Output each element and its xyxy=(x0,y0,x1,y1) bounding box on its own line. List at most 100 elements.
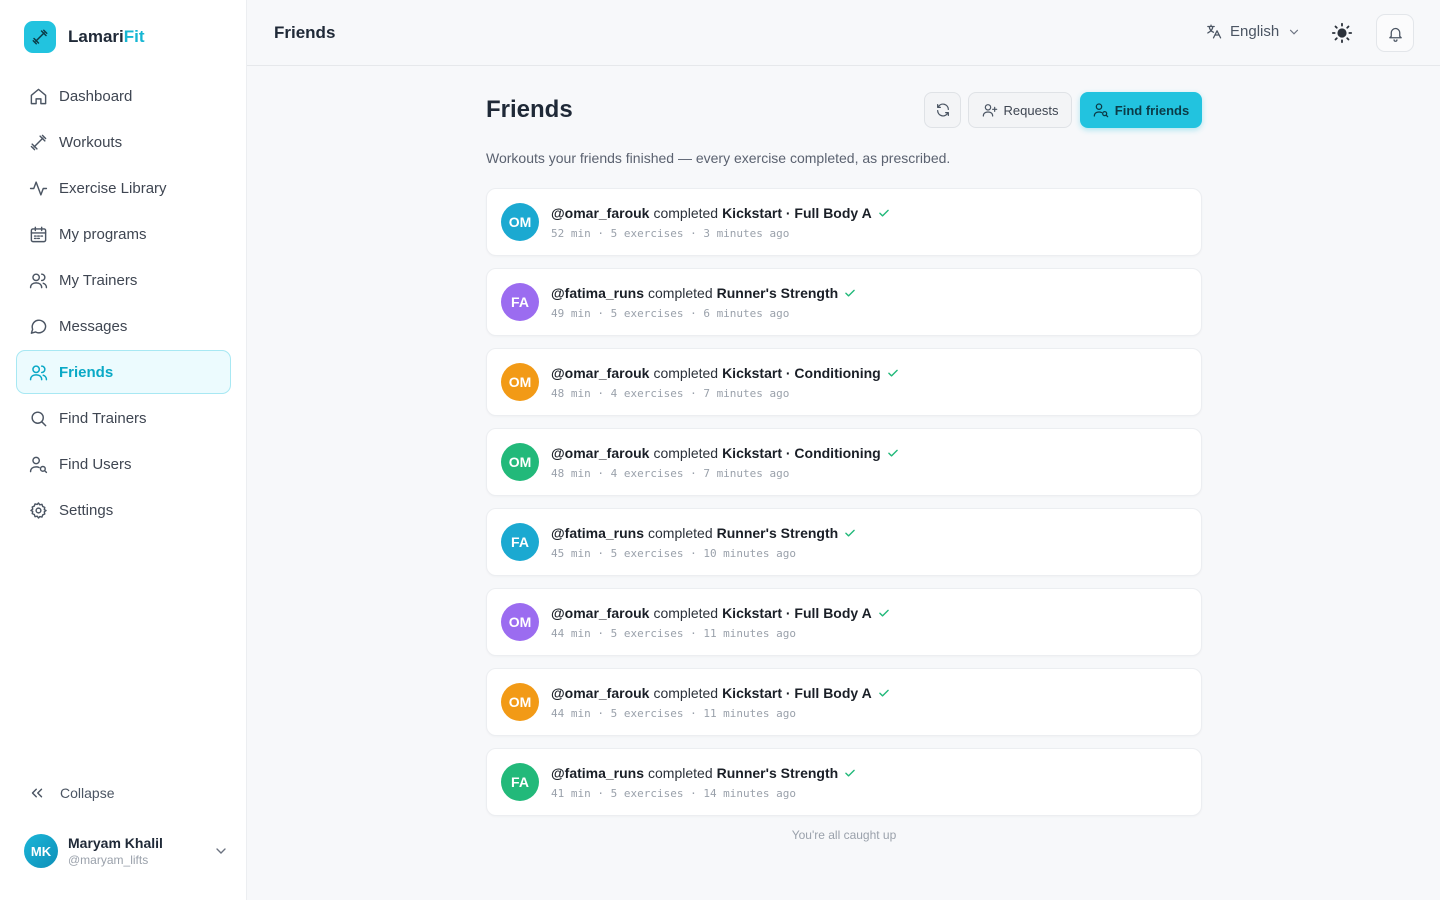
feed-item[interactable]: OM @omar_farouk completed Kickstart · Co… xyxy=(486,348,1202,416)
feed-item-headline: @fatima_runs completed Runner's Strength xyxy=(551,525,857,541)
feed-item-meta: 52 min · 5 exercises · 3 minutes ago xyxy=(551,226,790,240)
feed-item-user[interactable]: @fatima_runs xyxy=(551,765,644,781)
feed-item-user[interactable]: @fatima_runs xyxy=(551,285,644,301)
feed-item-user[interactable]: @omar_farouk xyxy=(551,605,649,621)
feed-item-verb: completed xyxy=(653,444,719,461)
home-icon xyxy=(30,88,47,104)
feed-item[interactable]: OM @omar_farouk completed Kickstart · Fu… xyxy=(486,588,1202,656)
chevron-down-icon xyxy=(216,848,226,854)
feed-item[interactable]: FA @fatima_runs completed Runner's Stren… xyxy=(486,268,1202,336)
feed-item-workout[interactable]: Kickstart · Conditioning xyxy=(722,445,881,461)
sidebar-item-dashboard[interactable]: Dashboard xyxy=(16,74,231,118)
feed-item-workout[interactable]: Runner's Strength xyxy=(717,285,839,301)
sidebar-item-messages[interactable]: Messages xyxy=(16,304,231,348)
avatar: FA xyxy=(501,763,539,801)
dumbbell-icon xyxy=(30,134,47,150)
check-icon xyxy=(845,289,855,297)
sidebar-item-my-programs[interactable]: My programs xyxy=(16,212,231,256)
sun-icon xyxy=(1331,22,1353,44)
language-label: English xyxy=(1230,23,1280,40)
sidebar-item-label: My programs xyxy=(59,225,147,243)
user-menu[interactable]: MK Maryam Khalil @maryam_lifts xyxy=(24,834,229,868)
friends-heading: Friends xyxy=(486,96,573,123)
feed-item-headline: @omar_farouk completed Kickstart · Full … xyxy=(551,685,891,701)
sidebar-nav: Dashboard Workouts Exercise Library My p… xyxy=(16,74,231,534)
users-icon xyxy=(29,272,48,288)
gear-icon xyxy=(30,501,47,519)
feed-item-user[interactable]: @omar_farouk xyxy=(551,445,649,461)
feed-item-user[interactable]: @omar_farouk xyxy=(551,205,649,221)
find-friends-button[interactable]: Find friends xyxy=(1080,92,1202,128)
avatar: FA xyxy=(501,283,539,321)
notifications-button[interactable] xyxy=(1376,14,1414,52)
sidebar-item-label: Workouts xyxy=(59,133,123,151)
refresh-button[interactable] xyxy=(924,92,961,128)
feed-item-workout[interactable]: Kickstart · Full Body A xyxy=(722,605,872,621)
sidebar-item-exercise-library[interactable]: Exercise Library xyxy=(16,166,231,210)
check-icon xyxy=(887,449,898,457)
dumbbell-icon xyxy=(24,21,56,53)
page-subtitle: Workouts your friends finished — every e… xyxy=(486,150,951,166)
sidebar-item-find-trainers[interactable]: Find Trainers xyxy=(16,396,231,440)
language-select[interactable]: English xyxy=(1205,23,1301,40)
feed-item-body: @omar_farouk completed Kickstart · Full … xyxy=(551,205,891,240)
sidebar-item-settings[interactable]: Settings xyxy=(16,488,231,532)
user-handle: @maryam_lifts xyxy=(68,853,149,867)
feed-item-user[interactable]: @omar_farouk xyxy=(551,685,649,701)
refresh-icon xyxy=(936,103,949,117)
check-icon xyxy=(845,769,855,777)
feed-item-verb: completed xyxy=(648,524,713,541)
sidebar-item-label: Find Trainers xyxy=(59,409,147,427)
sidebar-item-workouts[interactable]: Workouts xyxy=(16,120,231,164)
avatar: OM xyxy=(501,443,539,481)
feed-item[interactable]: FA @fatima_runs completed Runner's Stren… xyxy=(486,508,1202,576)
check-icon xyxy=(878,209,889,217)
theme-toggle-button[interactable] xyxy=(1331,22,1353,44)
feed-item-user[interactable]: @omar_farouk xyxy=(551,365,649,381)
sidebar-item-label: Messages xyxy=(59,317,128,335)
chevrons-left-icon xyxy=(31,788,43,798)
feed-item-headline: @omar_farouk completed Kickstart · Full … xyxy=(551,205,891,221)
feed-item-workout[interactable]: Kickstart · Conditioning xyxy=(722,365,881,381)
avatar: OM xyxy=(501,363,539,401)
feed-item[interactable]: OM @omar_farouk completed Kickstart · Co… xyxy=(486,428,1202,496)
activity-icon xyxy=(29,180,48,196)
feed-item-body: @fatima_runs completed Runner's Strength… xyxy=(551,765,857,800)
collapse-button[interactable]: Collapse xyxy=(28,784,114,802)
feed-item-meta: 49 min · 5 exercises · 6 minutes ago xyxy=(551,306,790,320)
feed-item[interactable]: FA @fatima_runs completed Runner's Stren… xyxy=(486,748,1202,816)
check-icon xyxy=(887,369,898,377)
sidebar-item-find-users[interactable]: Find Users xyxy=(16,442,231,486)
brand-name: LamariFit xyxy=(68,27,145,46)
feed-item-meta: 48 min · 4 exercises · 7 minutes ago xyxy=(551,466,790,480)
avatar: FA xyxy=(501,523,539,561)
sidebar-item-label: Dashboard xyxy=(59,87,133,105)
brand[interactable]: LamariFit xyxy=(24,21,145,53)
chevron-down-icon xyxy=(1290,29,1299,35)
translate-icon xyxy=(1207,24,1222,39)
user-name: Maryam Khalil xyxy=(68,835,163,851)
requests-label: Requests xyxy=(1003,102,1059,118)
feed-item[interactable]: OM @omar_farouk completed Kickstart · Fu… xyxy=(486,188,1202,256)
collapse-label: Collapse xyxy=(60,785,115,801)
sidebar-item-my-trainers[interactable]: My Trainers xyxy=(16,258,231,302)
requests-button[interactable]: Requests xyxy=(968,92,1072,128)
feed-item-user[interactable]: @fatima_runs xyxy=(551,525,644,541)
feed-item-workout[interactable]: Kickstart · Full Body A xyxy=(722,685,872,701)
topbar: Friends English xyxy=(247,0,1440,66)
feed-item-workout[interactable]: Kickstart · Full Body A xyxy=(722,205,872,221)
user-info: Maryam Khalil @maryam_lifts xyxy=(68,835,213,867)
calendar-icon xyxy=(30,226,47,242)
sidebar-item-label: Find Users xyxy=(59,455,132,473)
feed-item-workout[interactable]: Runner's Strength xyxy=(717,525,839,541)
page-title: Friends xyxy=(274,23,336,42)
feed-item-body: @omar_farouk completed Kickstart · Full … xyxy=(551,685,891,720)
sidebar-item-label: My Trainers xyxy=(59,271,138,289)
feed-item-verb: completed xyxy=(653,604,719,621)
feed-item-workout[interactable]: Runner's Strength xyxy=(717,765,839,781)
feed-item-body: @omar_farouk completed Kickstart · Full … xyxy=(551,605,891,640)
search-icon xyxy=(31,410,47,426)
sidebar-item-friends[interactable]: Friends xyxy=(16,350,231,394)
feed-item-meta: 44 min · 5 exercises · 11 minutes ago xyxy=(551,626,797,640)
feed-item[interactable]: OM @omar_farouk completed Kickstart · Fu… xyxy=(486,668,1202,736)
